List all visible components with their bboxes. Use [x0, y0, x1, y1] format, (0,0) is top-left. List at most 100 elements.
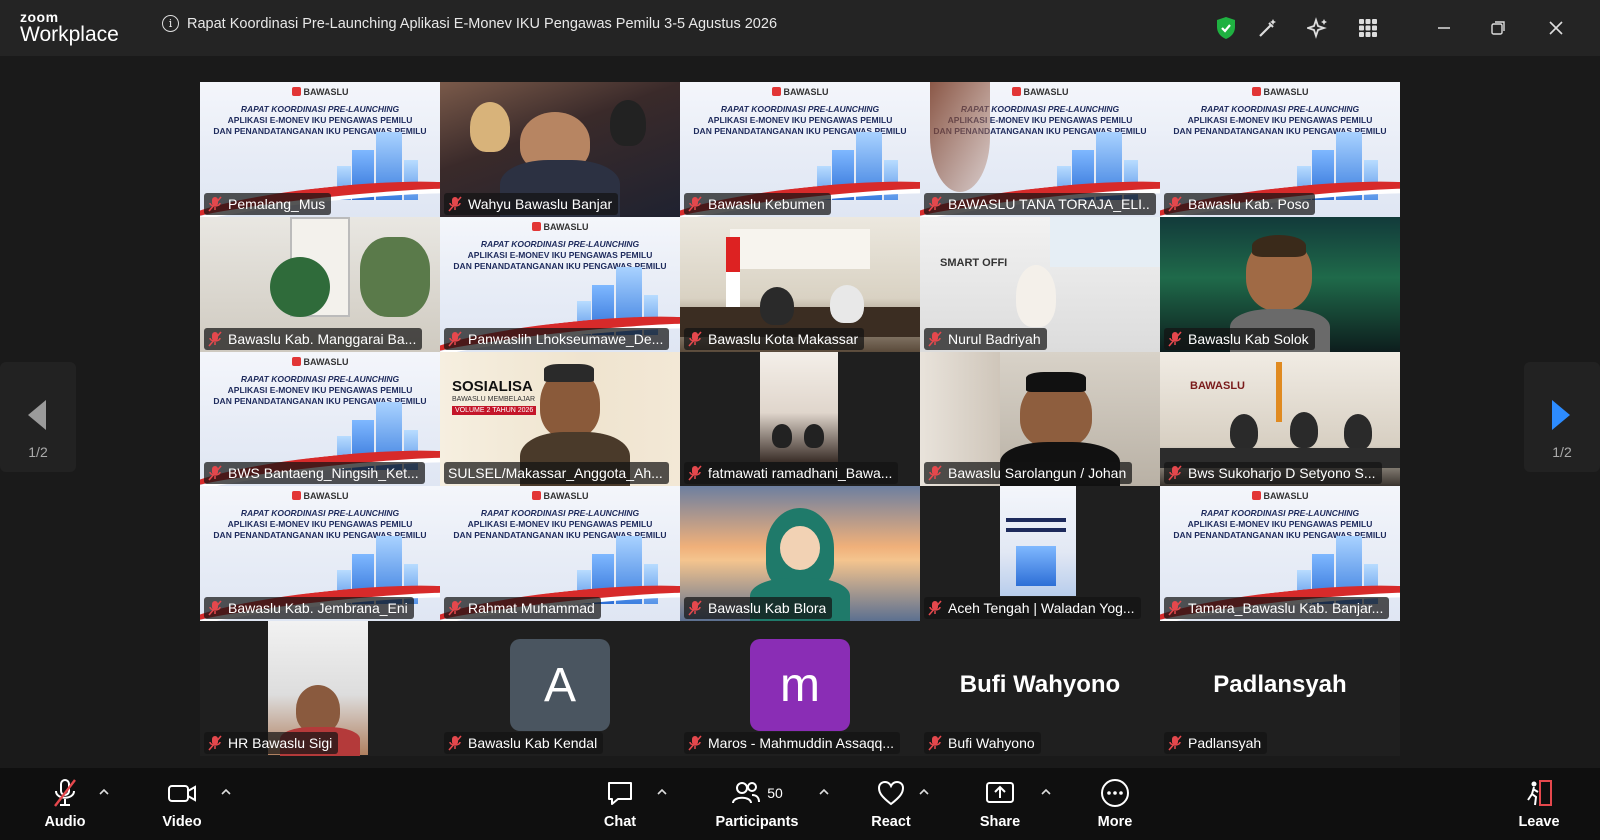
meeting-title[interactable]: i Rapat Koordinasi Pre-Launching Aplikas…: [162, 15, 777, 32]
participants-icon: [732, 782, 761, 804]
audio-button[interactable]: Audio: [40, 778, 90, 834]
participant-name-tag: Bawaslu Kota Makassar: [684, 327, 865, 350]
react-button[interactable]: React: [866, 778, 916, 834]
participant-name-tag: Bawaslu Kab. Poso: [1164, 192, 1316, 215]
mic-muted-icon: [928, 600, 942, 616]
participant-name-tag: HR Bawaslu Sigi: [204, 731, 339, 754]
participant-name-tag: BAWASLU TANA TORAJA_ELI...: [924, 192, 1156, 215]
annotate-icon[interactable]: [1254, 14, 1282, 42]
video-options-chevron-icon[interactable]: [220, 786, 232, 798]
avatar: A: [510, 639, 610, 732]
ai-companion-icon[interactable]: [1304, 14, 1332, 42]
video-tile[interactable]: A Bawaslu Kab Kendal: [440, 621, 680, 756]
video-tile[interactable]: Padlansyah Padlansyah: [1160, 621, 1400, 756]
mic-muted-icon: [1168, 735, 1182, 751]
chat-button[interactable]: Chat: [597, 778, 643, 834]
participants-button[interactable]: 50 Participants: [712, 778, 802, 834]
video-tile[interactable]: SOSIALISA BAWASLU MEMBELAJAR VOLUME 2 TA…: [440, 351, 680, 487]
video-tile[interactable]: Bawaslu Kab. Manggarai Ba...: [200, 216, 440, 352]
video-tile[interactable]: BAWASLU Bws Sukoharjo D Setyono S...: [1160, 351, 1400, 487]
mic-muted-icon: [928, 196, 942, 212]
video-tile[interactable]: Aceh Tengah | Waladan Yog...: [920, 486, 1160, 622]
participant-display-name: Bufi Wahyono: [959, 671, 1121, 699]
video-tile[interactable]: BAWASLU RAPAT KOORDINASI PRE-LAUNCHING A…: [440, 216, 680, 352]
meeting-title-text: Rapat Koordinasi Pre-Launching Aplikasi …: [187, 15, 778, 32]
previous-page-button[interactable]: 1/2: [0, 362, 76, 472]
video-tile[interactable]: Bawaslu Kota Makassar: [680, 216, 920, 352]
participant-name-tag: Bawaslu Kab. Jembrana_Eni: [204, 597, 414, 620]
participant-name-tag: Pemalang_Mus: [204, 192, 332, 215]
slide-title-line: APLIKASI E-MONEV IKU PENGAWAS PEMILU: [227, 519, 413, 530]
info-icon[interactable]: i: [162, 15, 179, 32]
participant-name-tag: Rahmat Muhammad: [444, 597, 601, 620]
slide-title-line: RAPAT KOORDINASI PRE-LAUNCHING: [1200, 508, 1360, 519]
mic-muted-icon: [208, 331, 222, 347]
video-tile[interactable]: BAWASLU RAPAT KOORDINASI PRE-LAUNCHING A…: [680, 82, 920, 217]
video-tile[interactable]: HR Bawaslu Sigi: [200, 621, 440, 756]
video-tile[interactable]: BAWASLU RAPAT KOORDINASI PRE-LAUNCHING A…: [200, 82, 440, 217]
video-tile[interactable]: BAWASLU RAPAT KOORDINASI PRE-LAUNCHING A…: [920, 82, 1160, 217]
video-tile[interactable]: Wahyu Bawaslu Banjar: [440, 82, 680, 217]
shield-icon[interactable]: [1212, 14, 1240, 42]
video-tile[interactable]: BAWASLU RAPAT KOORDINASI PRE-LAUNCHING A…: [200, 486, 440, 622]
avatar: m: [750, 639, 850, 732]
react-label: React: [871, 814, 911, 830]
video-tile[interactable]: Bawaslu Kab Solok: [1160, 216, 1400, 352]
video-tile[interactable]: fatmawati ramadhani_Bawa...: [680, 351, 920, 487]
chat-options-chevron-icon[interactable]: [656, 786, 668, 798]
arrow-left-icon: [28, 400, 46, 430]
leave-door-icon: [1527, 780, 1552, 806]
mic-muted-icon: [208, 196, 222, 212]
slide-title-line: RAPAT KOORDINASI PRE-LAUNCHING: [1200, 104, 1360, 114]
slide-brand: BAWASLU: [440, 491, 680, 501]
video-button[interactable]: Video: [157, 778, 207, 834]
slide-brand: BAWASLU: [440, 221, 680, 232]
mic-muted-icon: [448, 600, 462, 616]
video-tile[interactable]: BAWASLU RAPAT KOORDINASI PRE-LAUNCHING A…: [1160, 82, 1400, 217]
participant-name-tag: fatmawati ramadhani_Bawa...: [684, 462, 899, 485]
more-button[interactable]: More: [1088, 778, 1142, 834]
video-tile[interactable]: Bufi Wahyono Bufi Wahyono: [920, 621, 1160, 756]
video-tile[interactable]: Bawaslu Sarolangun / Johan: [920, 351, 1160, 487]
mic-muted-icon: [448, 735, 462, 751]
sosialisasi-banner: SOSIALISA: [452, 377, 533, 395]
video-camera-icon: [168, 785, 196, 802]
mic-muted-icon: [688, 600, 702, 616]
slide-title-line: APLIKASI E-MONEV IKU PENGAWAS PEMILU: [707, 115, 893, 125]
apps-grid-icon[interactable]: [1354, 14, 1382, 42]
video-tile[interactable]: BAWASLU RAPAT KOORDINASI PRE-LAUNCHING A…: [1160, 486, 1400, 622]
restore-icon[interactable]: [1484, 14, 1512, 42]
more-label: More: [1097, 814, 1133, 830]
slide-title-line: RAPAT KOORDINASI PRE-LAUNCHING: [480, 508, 640, 519]
slide-title-line: APLIKASI E-MONEV IKU PENGAWAS PEMILU: [227, 384, 413, 395]
next-page-button[interactable]: 1/2: [1524, 362, 1600, 472]
logo-workplace: Workplace: [20, 23, 119, 46]
sosialisasi-volume: VOLUME 2 TAHUN 2026: [452, 405, 537, 415]
minimize-icon[interactable]: [1430, 14, 1458, 42]
participant-name-tag: BWS Bantaeng_Ningsih_Ket...: [204, 462, 425, 485]
participant-display-name: Padlansyah: [1213, 671, 1347, 699]
leave-button[interactable]: Leave: [1514, 778, 1564, 834]
video-tile[interactable]: Bawaslu Kab Blora: [680, 486, 920, 622]
mic-muted-icon: [208, 735, 222, 751]
mic-muted-icon: [54, 779, 76, 807]
react-options-chevron-icon[interactable]: [918, 786, 930, 798]
close-icon[interactable]: [1542, 14, 1570, 42]
video-gallery: 1/2 1/2 BAWASLU RAPAT KOORDINASI PRE-LAU…: [0, 56, 1600, 768]
audio-options-chevron-icon[interactable]: [98, 786, 110, 798]
mic-muted-icon: [928, 735, 942, 751]
mic-muted-icon: [1168, 600, 1182, 616]
video-tile[interactable]: BAWASLU RAPAT KOORDINASI PRE-LAUNCHING A…: [440, 486, 680, 622]
participants-options-chevron-icon[interactable]: [818, 786, 830, 798]
chat-label: Chat: [603, 814, 637, 830]
share-button[interactable]: Share: [975, 778, 1025, 834]
sosialisasi-subtitle: BAWASLU MEMBELAJAR: [452, 395, 536, 403]
participant-name-tag: Bawaslu Sarolangun / Johan: [924, 462, 1133, 485]
slide-brand: BAWASLU: [200, 356, 440, 367]
share-options-chevron-icon[interactable]: [1040, 786, 1052, 798]
video-tile[interactable]: m Maros - Mahmuddin Assaqq...: [680, 621, 920, 756]
mic-muted-icon: [688, 331, 702, 347]
mic-muted-icon: [1168, 331, 1182, 347]
video-tile[interactable]: SMART OFFI Nurul Badriyah: [920, 216, 1160, 352]
video-tile[interactable]: BAWASLU RAPAT KOORDINASI PRE-LAUNCHING A…: [200, 351, 440, 487]
